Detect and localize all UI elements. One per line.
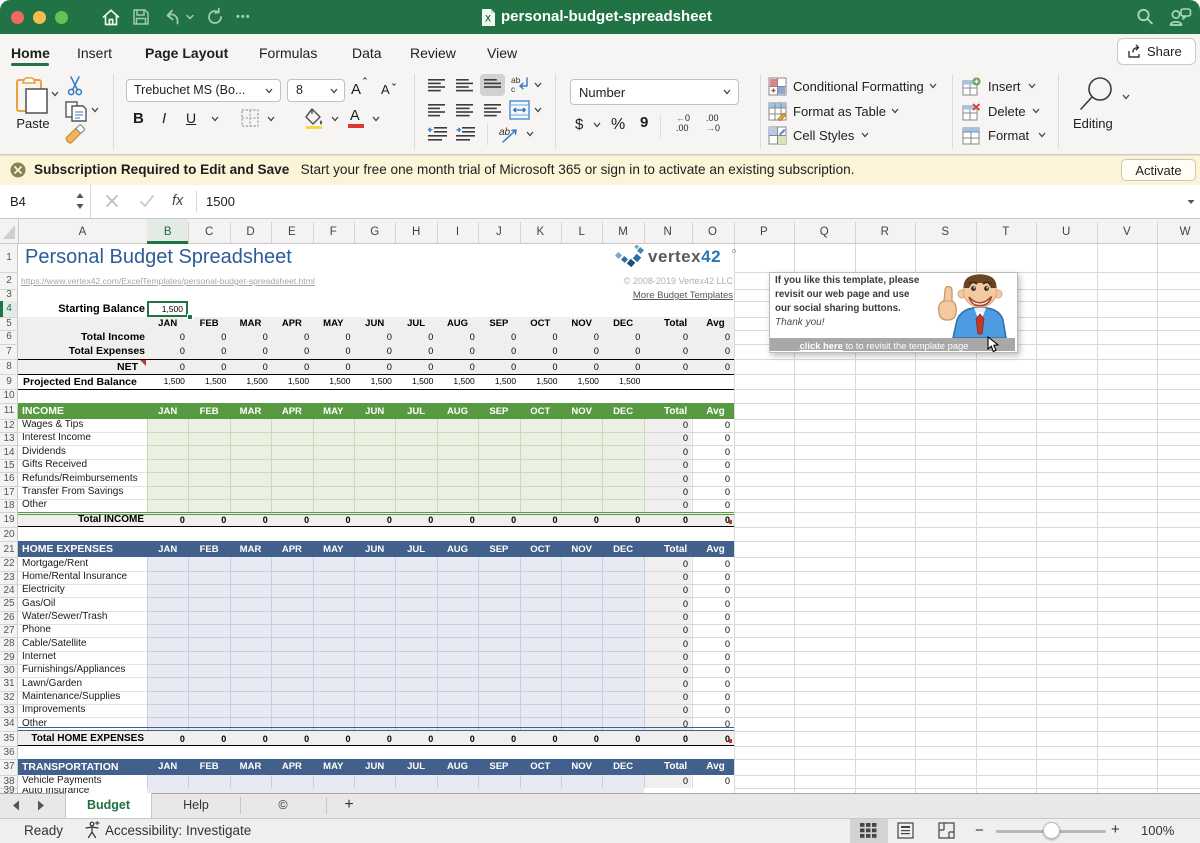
svg-text:X: X [485, 14, 491, 24]
svg-text:c: c [511, 84, 516, 94]
svg-text:vertex42: vertex42 [648, 247, 721, 266]
